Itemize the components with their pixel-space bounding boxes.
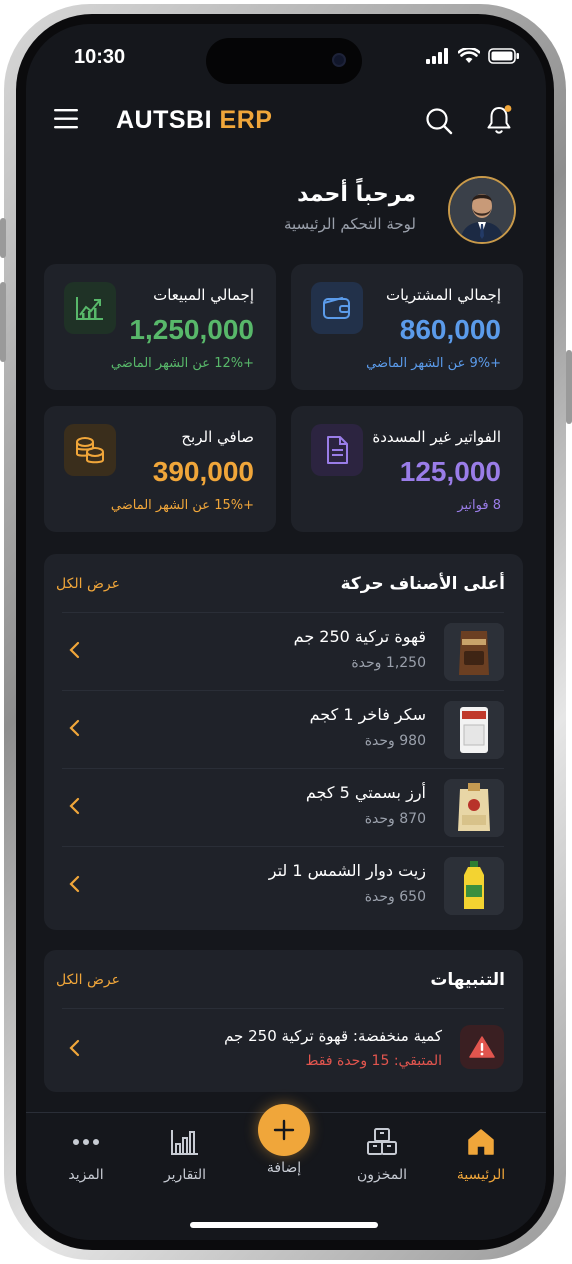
greeting-subtitle: لوحة التحكم الرئيسية [283,215,416,233]
chart-up-icon [64,282,116,334]
tab-label: المزيد [68,1167,104,1183]
avatar[interactable] [448,176,516,244]
item-name: سكر فاخر 1 كجم [309,705,426,724]
list-item[interactable]: سكر فاخر 1 كجم 980 وحدة [62,690,504,768]
stat-value: 1,250,000 [129,314,254,345]
stat-label: الفواتير غير المسددة [372,428,501,446]
search-icon[interactable] [424,106,454,136]
wifi-icon [458,48,480,63]
stat-value: 860,000 [399,314,501,345]
brand-accent: ERP [219,106,273,134]
stat-note: +12% عن الشهر الماضي [110,356,254,371]
menu-icon[interactable] [54,108,80,130]
more-dots-icon [73,1139,99,1145]
app-screen: 10:30 AUTSBI ERP مرحباً أحمد لوحة التحكم… [26,24,546,1240]
stat-label: إجمالي المبيعات [153,286,254,304]
item-qty: 1,250 وحدة [351,655,426,671]
top-items-title: أعلى الأصناف حركة [340,574,505,594]
top-items-card: أعلى الأصناف حركة عرض الكل قهوة تركية 25… [44,554,523,930]
mute-switch [0,218,6,258]
dynamic-island [206,38,362,84]
wallet-icon [311,282,363,334]
greeting: مرحباً أحمد لوحة التحكم الرئيسية [284,182,416,233]
status-icons [426,48,520,64]
list-item[interactable]: زيت دوار الشمس 1 لتر 650 وحدة [62,846,504,924]
tab-more[interactable]: المزيد [46,1127,126,1183]
tab-label: التقارير [163,1167,207,1183]
app-brand: AUTSBI ERP [116,106,272,135]
stat-value: 125,000 [399,456,501,487]
product-coffee-image [444,623,504,681]
home-icon [468,1129,494,1155]
user-photo-icon [450,178,514,242]
coins-icon [64,424,116,476]
tab-label: المخزون [356,1167,408,1183]
stat-note: +15% عن الشهر الماضي [110,498,254,513]
chevron-left-icon [69,875,80,893]
item-qty: 980 وحدة [364,733,426,749]
document-icon [311,424,363,476]
product-rice-image [444,779,504,837]
tab-home[interactable]: الرئيسية [441,1127,521,1183]
item-name: أرز بسمتي 5 كجم [305,783,426,802]
camera-icon [332,53,346,67]
alert-subtitle: المتبقي: 15 وحدة فقط [305,1053,442,1069]
battery-icon [488,48,519,64]
tab-label: الرئيسية [456,1167,506,1183]
greeting-title: مرحباً أحمد [297,182,416,207]
alert-item[interactable]: كمية منخفضة: قهوة تركية 250 جم المتبقي: … [62,1008,504,1086]
alerts-view-all[interactable]: عرض الكل [56,972,120,988]
stat-card-purchases[interactable]: إجمالي المشتريات 860,000 +9% عن الشهر ال… [291,264,523,390]
stat-label: صافي الربح [181,428,254,446]
stat-card-sales[interactable]: إجمالي المبيعات 1,250,000 +12% عن الشهر … [44,264,276,390]
reports-chart-icon [171,1130,198,1155]
stat-card-net-profit[interactable]: صافي الربح 390,000 +15% عن الشهر الماضي [44,406,276,532]
item-name: زيت دوار الشمس 1 لتر [268,861,426,880]
brand-name: AUTSBI [116,106,213,134]
add-label: إضافة [266,1160,302,1176]
chevron-left-icon [69,1039,80,1057]
add-button[interactable] [258,1104,310,1156]
status-time: 10:30 [74,46,126,68]
stat-note: 8 فواتير [457,498,501,513]
stat-card-unpaid-invoices[interactable]: الفواتير غير المسددة 125,000 8 فواتير [291,406,523,532]
item-qty: 870 وحدة [364,811,426,827]
app-header: AUTSBI ERP [26,100,546,144]
power-button [566,350,572,424]
alert-title: كمية منخفضة: قهوة تركية 250 جم [224,1027,442,1045]
item-qty: 650 وحدة [364,889,426,905]
tab-reports[interactable]: التقارير [145,1127,225,1183]
stat-note: +9% عن الشهر الماضي [366,356,501,371]
plus-icon [273,1119,295,1141]
signal-icon [426,48,448,64]
home-indicator[interactable] [190,1222,378,1228]
inventory-boxes-icon [367,1128,397,1155]
alerts-card: التنبيهات عرض الكل كمية منخفضة: قهوة ترك… [44,950,523,1092]
product-oil-image [444,857,504,915]
alerts-title: التنبيهات [430,970,505,990]
product-sugar-image [444,701,504,759]
list-item[interactable]: أرز بسمتي 5 كجم 870 وحدة [62,768,504,846]
volume-button [0,282,6,362]
chevron-left-icon [69,719,80,737]
list-item[interactable]: قهوة تركية 250 جم 1,250 وحدة [62,612,504,690]
chevron-left-icon [69,641,80,659]
chevron-left-icon [69,797,80,815]
tab-inventory[interactable]: المخزون [342,1127,422,1183]
warning-icon [460,1025,504,1069]
bell-icon[interactable] [484,104,514,136]
stat-label: إجمالي المشتريات [386,286,501,304]
top-items-view-all[interactable]: عرض الكل [56,576,120,592]
item-name: قهوة تركية 250 جم [293,627,426,646]
stat-value: 390,000 [152,456,254,487]
